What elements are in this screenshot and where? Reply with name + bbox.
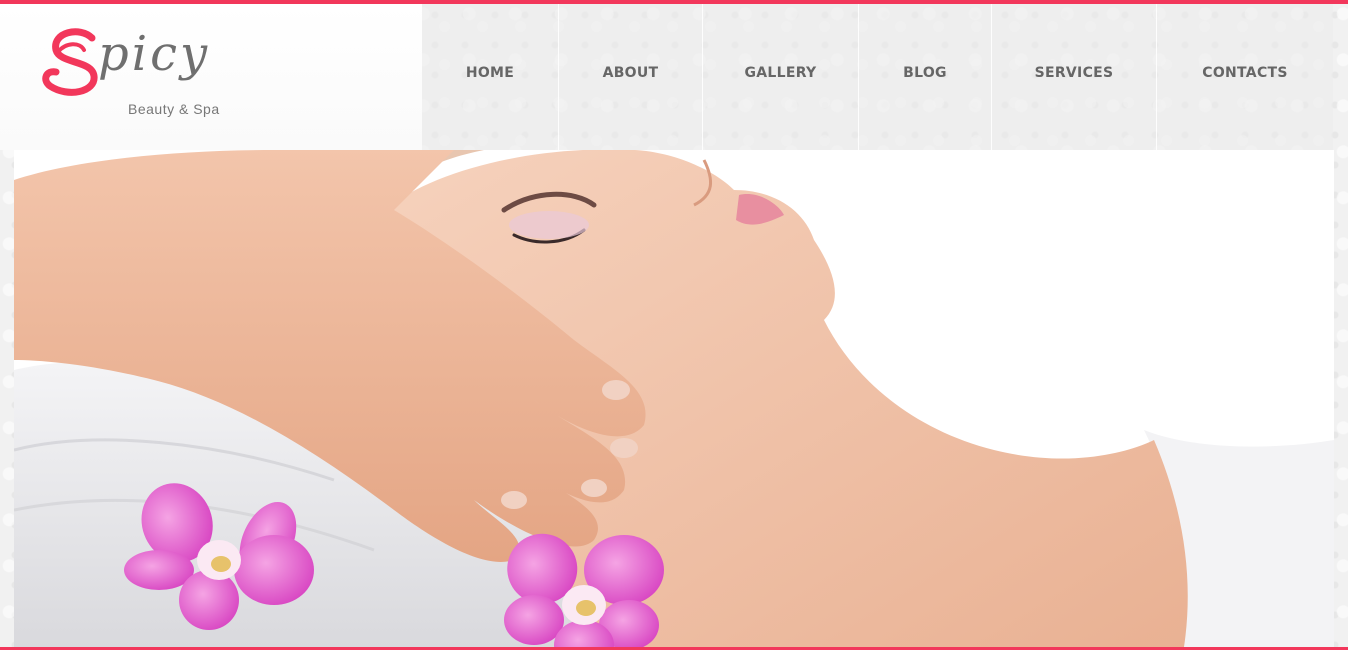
nav-item-blog[interactable]: BLOG bbox=[858, 4, 991, 150]
page: picy Beauty & Spa HOME ABOUT GALLERY BLO… bbox=[0, 0, 1348, 650]
logo-tagline: Beauty & Spa bbox=[128, 101, 220, 117]
nav-item-about[interactable]: ABOUT bbox=[558, 4, 702, 150]
nav-item-contacts[interactable]: CONTACTS bbox=[1156, 4, 1333, 150]
logo[interactable]: picy Beauty & Spa bbox=[0, 4, 422, 150]
nav-item-home[interactable]: HOME bbox=[422, 4, 558, 150]
hero-banner bbox=[14, 150, 1334, 647]
nav-item-services[interactable]: SERVICES bbox=[991, 4, 1156, 150]
logo-wordmark: picy bbox=[98, 26, 211, 82]
nav-item-gallery[interactable]: GALLERY bbox=[702, 4, 858, 150]
main-nav: HOME ABOUT GALLERY BLOG SERVICES CONTACT… bbox=[422, 4, 1333, 150]
spa-massage-photo bbox=[14, 150, 1334, 647]
